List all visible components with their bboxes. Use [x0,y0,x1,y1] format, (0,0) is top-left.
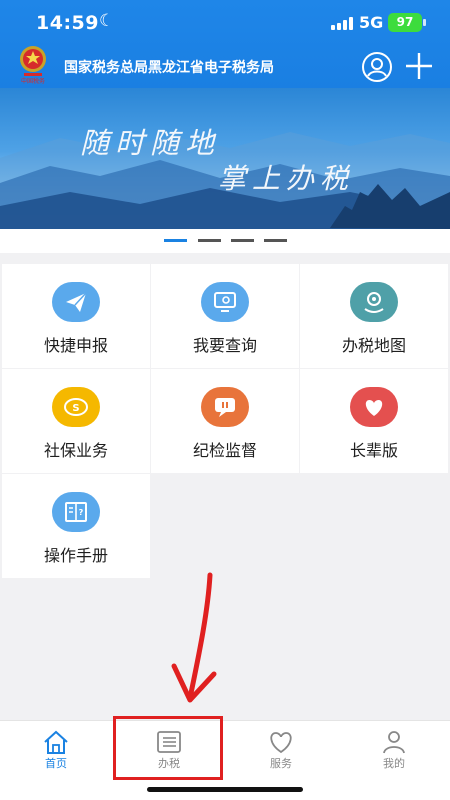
map-pin-icon [350,282,398,322]
network-type: 5G [359,13,384,32]
search-monitor-icon [201,282,249,322]
tab-label: 服务 [270,757,292,770]
user-icon[interactable] [361,51,393,83]
tab-home[interactable]: 首页 [0,721,112,781]
svg-text:S: S [72,403,79,414]
menu-label: 办税地图 [341,336,406,355]
status-bar: 14:59 ☾ 5G 97 [0,0,450,44]
carousel-dot-1[interactable] [164,239,187,242]
tab-label: 首页 [45,757,67,770]
tab-label: 我的 [383,757,405,770]
menu-social-security[interactable]: S 社保业务 [2,369,150,473]
banner-slogan-1: 随时随地 [80,126,221,160]
menu-label: 操作手册 [43,546,108,565]
carousel-dot-2[interactable] [198,239,221,242]
menu-query[interactable]: 我要查询 [151,264,299,368]
menu-discipline-supervision[interactable]: 纪检监督 [151,369,299,473]
book-icon: ? [52,492,100,532]
annotation-highlight-box [113,716,223,780]
heart-icon [350,387,398,427]
paper-plane-icon [52,282,100,322]
person-icon [383,731,405,754]
plus-icon[interactable] [403,50,435,82]
logo-text: 中国税务 [21,77,45,85]
menu-manual[interactable]: ? 操作手册 [2,474,150,578]
menu-label: 我要查询 [192,336,257,355]
moon-icon: ☾ [99,11,115,31]
menu-elderly-version[interactable]: 长辈版 [300,369,448,473]
home-icon [44,730,68,754]
menu-label: 长辈版 [349,441,398,460]
status-time: 14:59 [36,12,99,34]
tab-services[interactable]: 服务 [225,721,337,781]
banner-slogan-2: 掌上办税 [218,162,355,195]
annotation-arrow [171,572,217,703]
chat-bubble-icon [201,387,249,427]
app-header: 14:59 ☾ 5G 97 中国税务 国家税务总局黑龙江省电子税务局 [0,0,450,88]
svg-text:?: ? [79,508,84,517]
menu-label: 社保业务 [43,441,108,460]
menu-tax-map[interactable]: 办税地图 [300,264,448,368]
service-grid: 快捷申报 我要查询 办税地图 S 社保业务 纪检监督 长辈版 ? 操作手册 [0,262,450,578]
menu-quick-declare[interactable]: 快捷申报 [2,264,150,368]
tax-emblem-icon: 中国税务 [20,46,46,85]
social-security-icon: S [52,387,100,427]
menu-label: 纪检监督 [192,441,257,460]
battery-icon: 97 [388,13,426,32]
tab-profile[interactable]: 我的 [338,721,450,781]
carousel-indicators [0,229,450,253]
menu-label: 快捷申报 [43,336,108,355]
home-indicator [147,787,303,792]
app-title: 国家税务总局黑龙江省电子税务局 [64,60,274,76]
heart-outline-icon [270,732,292,754]
carousel-dot-4[interactable] [264,239,287,242]
carousel-dot-3[interactable] [231,239,254,242]
signal-icon [331,17,353,30]
